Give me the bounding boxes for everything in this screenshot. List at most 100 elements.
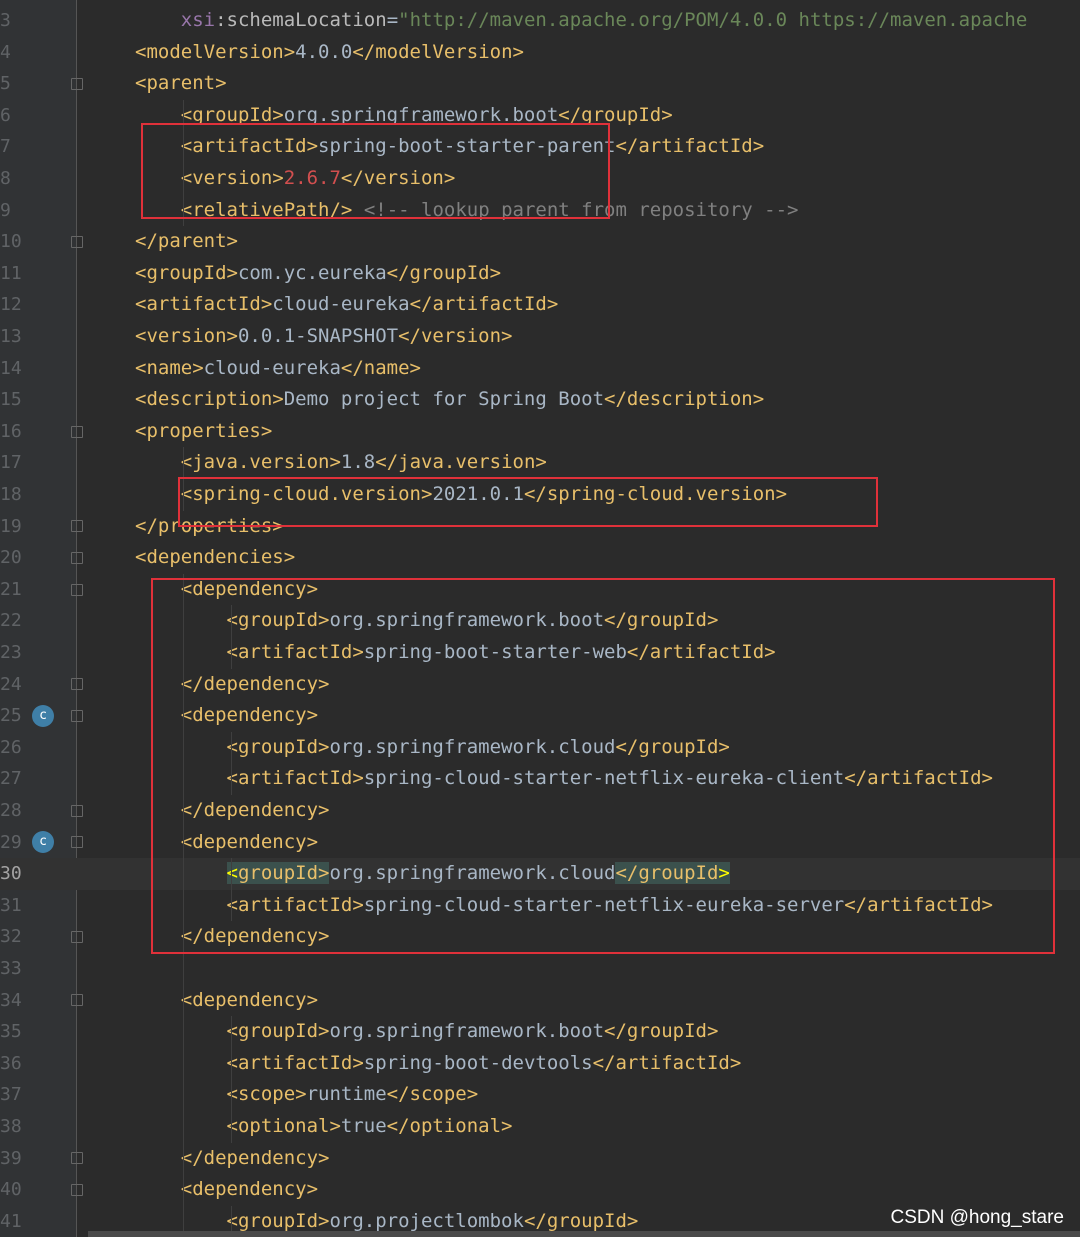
fold-marker-icon[interactable] <box>71 1183 83 1196</box>
line-number: 32 <box>0 926 22 948</box>
fold-marker-icon[interactable] <box>71 994 83 1007</box>
line-number: 34 <box>0 989 22 1011</box>
code-line[interactable]: 34 <dependency> <box>0 985 1080 1017</box>
code-text[interactable]: <java.version>1.8</java.version> <box>135 447 547 479</box>
fold-marker-icon[interactable] <box>71 520 83 533</box>
line-number: 5 <box>0 73 11 95</box>
line-number: 25 <box>0 705 22 727</box>
line-number: 23 <box>0 642 22 663</box>
line-number: 24 <box>0 673 22 695</box>
code-text[interactable]: <optional>true</optional> <box>135 1111 513 1143</box>
code-text[interactable]: <scope>runtime</scope> <box>135 1079 479 1111</box>
line-number: 8 <box>0 168 11 189</box>
code-text[interactable]: <dependency> <box>135 985 318 1017</box>
code-line[interactable]: 12 <artifactId>cloud-eureka</artifactId> <box>0 289 1080 321</box>
fold-marker-icon[interactable] <box>71 931 83 944</box>
line-number: 16 <box>0 420 22 442</box>
fold-marker-icon[interactable] <box>71 583 83 596</box>
code-line[interactable]: 14 <name>cloud-eureka</name> <box>0 353 1080 385</box>
code-text[interactable]: xsi:schemaLocation="http://maven.apache.… <box>135 5 1028 37</box>
code-text[interactable]: </dependency> <box>135 1143 330 1175</box>
line-number: 29 <box>0 831 22 853</box>
line-number: 31 <box>0 894 22 916</box>
code-line[interactable]: 15 <description>Demo project for Spring B… <box>0 384 1080 416</box>
annotation-box-dependencies <box>151 578 1055 954</box>
code-line[interactable]: 17 <java.version>1.8</java.version> <box>0 447 1080 479</box>
code-text[interactable]: <parent> <box>135 68 227 100</box>
implementation-gutter-icon[interactable]: c <box>32 704 54 727</box>
code-text[interactable]: <modelVersion>4.0.0</modelVersion> <box>135 37 524 69</box>
code-line[interactable]: 5 <parent> <box>0 68 1080 100</box>
code-line[interactable]: 35 <groupId>org.springframework.boot</gr… <box>0 1016 1080 1048</box>
line-number: 15 <box>0 389 22 411</box>
line-number: 13 <box>0 326 22 347</box>
code-text[interactable]: </parent> <box>135 226 238 258</box>
code-line[interactable]: 16 <properties> <box>0 416 1080 448</box>
fold-marker-icon[interactable] <box>71 235 83 248</box>
code-line[interactable]: 33 <box>0 953 1080 985</box>
code-line[interactable]: 20 <dependencies> <box>0 542 1080 574</box>
line-number: 17 <box>0 452 22 474</box>
code-text[interactable]: <dependencies> <box>135 542 295 574</box>
line-number: 22 <box>0 610 22 632</box>
code-line[interactable]: 40 <dependency> <box>0 1174 1080 1206</box>
line-number: 27 <box>0 768 22 790</box>
code-line[interactable]: 4 <modelVersion>4.0.0</modelVersion> <box>0 37 1080 69</box>
fold-marker-icon[interactable] <box>71 1152 83 1165</box>
code-line[interactable]: 13 <version>0.0.1-SNAPSHOT</version> <box>0 321 1080 353</box>
fold-marker-icon[interactable] <box>71 77 83 90</box>
watermark: CSDN @hong_stare <box>890 1207 1064 1228</box>
line-number: 9 <box>0 199 11 221</box>
line-number: 19 <box>0 515 22 537</box>
code-line[interactable]: 37 <scope>runtime</scope> <box>0 1079 1080 1111</box>
code-text[interactable]: <description>Demo project for Spring Boo… <box>135 384 764 416</box>
fold-marker-icon[interactable] <box>71 551 83 564</box>
code-text[interactable]: <properties> <box>135 416 272 448</box>
line-number: 14 <box>0 357 22 379</box>
code-line[interactable]: 3 xsi:schemaLocation="http://maven.apach… <box>0 5 1080 37</box>
line-number: 10 <box>0 231 22 253</box>
line-number: 4 <box>0 41 11 63</box>
line-number: 30 <box>0 863 22 885</box>
code-text[interactable]: <artifactId>cloud-eureka</artifactId> <box>135 289 558 321</box>
line-number: 35 <box>0 1021 22 1043</box>
line-number: 12 <box>0 294 22 316</box>
fold-marker-icon[interactable] <box>71 836 83 849</box>
code-line[interactable]: 11 <groupId>com.yc.eureka</groupId> <box>0 258 1080 290</box>
code-line[interactable]: 10 </parent> <box>0 226 1080 258</box>
fold-marker-icon[interactable] <box>71 804 83 817</box>
line-number: 11 <box>0 262 22 284</box>
fold-marker-icon[interactable] <box>71 678 83 691</box>
line-number: 20 <box>0 547 22 569</box>
line-number: 26 <box>0 736 22 758</box>
fold-marker-icon[interactable] <box>71 709 83 722</box>
line-number: 40 <box>0 1179 22 1201</box>
line-number: 33 <box>0 958 22 979</box>
code-line[interactable]: 38 <optional>true</optional> <box>0 1111 1080 1143</box>
line-number: 37 <box>0 1084 22 1106</box>
line-number: 21 <box>0 578 22 600</box>
implementation-gutter-icon[interactable]: c <box>32 831 54 854</box>
line-number: 7 <box>0 136 11 158</box>
line-number: 36 <box>0 1052 22 1074</box>
annotation-box-parent <box>141 123 610 219</box>
code-text[interactable]: <groupId>org.springframework.boot</group… <box>135 1016 719 1048</box>
code-text[interactable]: <name>cloud-eureka</name> <box>135 353 421 385</box>
code-line[interactable]: 36 <artifactId>spring-boot-devtools</art… <box>0 1048 1080 1080</box>
code-line[interactable]: 39 </dependency> <box>0 1143 1080 1175</box>
line-number: 28 <box>0 800 22 821</box>
line-number: 6 <box>0 104 11 126</box>
code-text[interactable]: <groupId>com.yc.eureka</groupId> <box>135 258 501 290</box>
line-number: 3 <box>0 10 11 31</box>
indent-guide <box>231 1016 232 1143</box>
code-text[interactable]: <dependency> <box>135 1174 318 1206</box>
code-text[interactable]: <version>0.0.1-SNAPSHOT</version> <box>135 321 513 353</box>
line-number: 41 <box>0 1210 22 1232</box>
line-number: 38 <box>0 1116 22 1137</box>
fold-marker-icon[interactable] <box>71 425 83 438</box>
line-number: 18 <box>0 484 22 505</box>
line-number: 39 <box>0 1147 22 1169</box>
code-text[interactable]: <artifactId>spring-boot-devtools</artifa… <box>135 1048 742 1080</box>
annotation-box-spring-cloud-version <box>178 477 878 527</box>
horizontal-scrollbar[interactable] <box>88 1231 1080 1237</box>
